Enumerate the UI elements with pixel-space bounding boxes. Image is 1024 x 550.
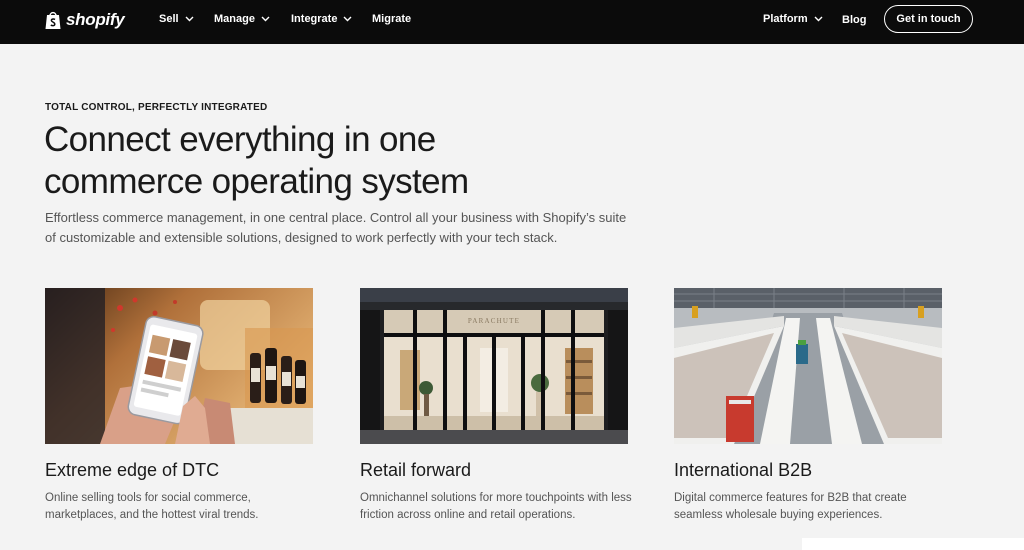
chevron-down-icon [343,16,352,22]
card-title: Extreme edge of DTC [45,460,220,480]
nav-manage[interactable]: Manage [214,13,270,25]
nav-blog-label: Blog [842,14,867,26]
nav-integrate-label: Integrate [291,13,338,25]
card-desc-line-2: marketplaces, and the hottest viral tren… [45,509,259,521]
get-in-touch-button[interactable]: Get in touch [884,5,973,33]
dtc-phone-photo [45,288,313,444]
bottom-right-panel [802,538,1024,550]
card-desc-line-2: friction across online and retail operat… [360,509,576,521]
shopping-bag-icon [45,11,61,29]
logo-wordmark: shopify [66,10,125,29]
card-desc-line-1: Online selling tools for social commerce… [45,492,251,504]
card-description: Online selling tools for social commerce… [45,490,335,524]
top-navigation-bar: shopify Sell Manage Integrate Migrate Pl… [0,0,1024,44]
retail-storefront-photo: PARACHUTE [360,288,628,444]
headline-line-1: Connect everything in one [44,120,436,159]
intro-line-1: Effortless commerce management, in one c… [45,210,627,225]
headline-line-2: commerce operating system [44,162,469,201]
b2b-warehouse-photo [674,288,942,444]
nav-integrate[interactable]: Integrate [291,13,352,25]
nav-platform-label: Platform [763,13,808,25]
chevron-down-icon [261,16,270,22]
nav-manage-label: Manage [214,13,255,25]
card-retail[interactable]: PARACHUTE Retail forward Omnichannel sol… [360,288,632,524]
card-desc-line-1: Omnichannel solutions for more touchpoin… [360,492,632,504]
chevron-down-icon [185,16,194,22]
eyebrow-text: TOTAL CONTROL, PERFECTLY INTEGRATED [45,102,268,113]
intro-line-2: of customizable and extensible solutions… [45,230,558,245]
nav-migrate[interactable]: Migrate [372,13,411,25]
card-desc-line-1: Digital commerce features for B2B that c… [674,492,907,504]
card-title: International B2B [674,460,813,480]
nav-sell-label: Sell [159,13,179,25]
card-description: Digital commerce features for B2B that c… [674,490,964,524]
nav-blog[interactable]: Blog [842,14,866,26]
page-headline: Connect everything in one commerce opera… [44,119,564,203]
nav-migrate-label: Migrate [372,13,412,25]
storefront-sign: PARACHUTE [468,317,520,325]
chevron-down-icon [814,16,823,22]
shopify-logo[interactable]: shopify [44,10,125,30]
card-title: Retail forward [360,460,472,480]
nav-platform[interactable]: Platform [763,13,823,25]
nav-sell[interactable]: Sell [159,13,194,25]
card-b2b[interactable]: International B2B Digital commerce featu… [674,288,942,524]
intro-paragraph: Effortless commerce management, in one c… [45,208,685,248]
card-desc-line-2: seamless wholesale buying experiences. [674,509,883,521]
card-dtc[interactable]: Extreme edge of DTC Online selling tools… [45,288,313,524]
card-description: Omnichannel solutions for more touchpoin… [360,490,650,524]
